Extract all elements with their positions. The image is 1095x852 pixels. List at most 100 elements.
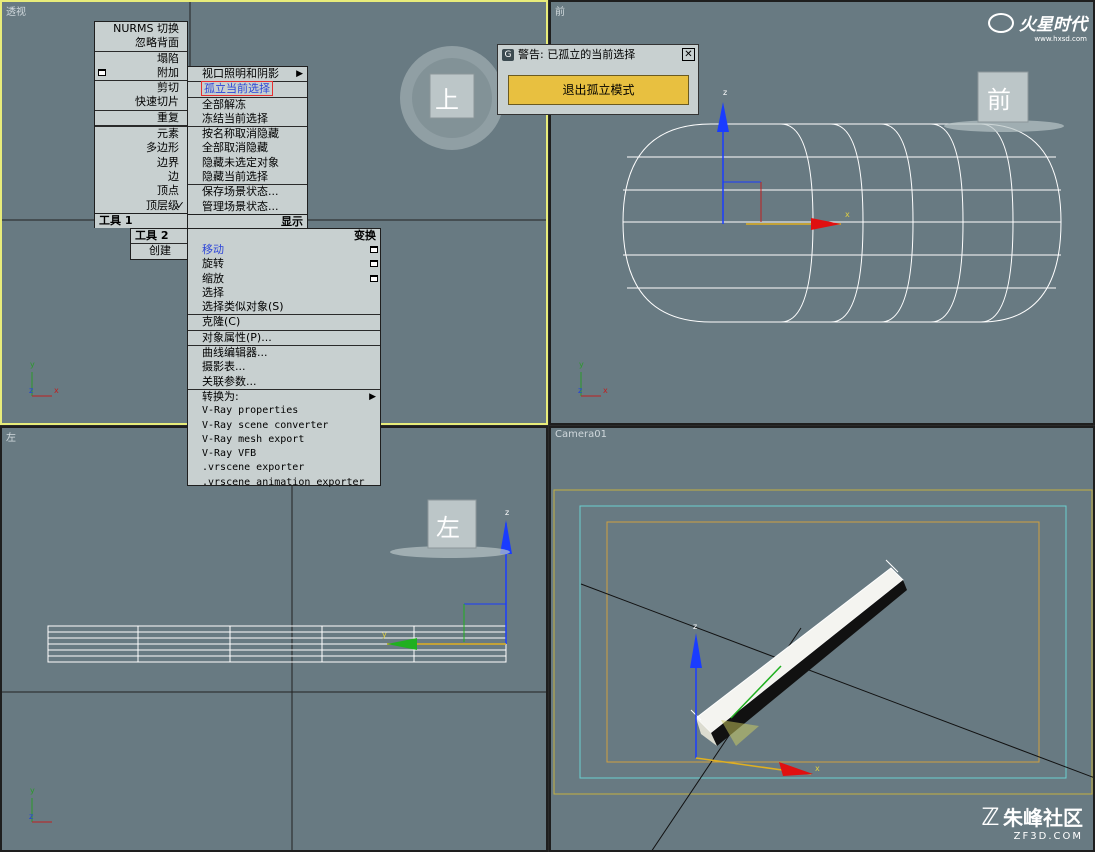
watermark-zf3d-url: ZF3D.COM [1013,831,1083,842]
menu-item-label: 视口照明和阴影 [202,67,279,80]
menu-item-label: 按名称取消隐藏 [202,127,279,141]
menu-item-element[interactable]: 元素 [95,125,187,141]
settings-box-icon[interactable] [370,274,378,282]
menu-item-label: 全部取消隐藏 [202,141,268,155]
menu-item-label: V-Ray scene converter [202,419,329,431]
menu-item-label: .vrscene exporter [202,462,305,474]
viewcube-left-label[interactable]: 左 [436,508,460,543]
axis-label-y: y [579,360,584,369]
menu-item-label: 保存场景状态... [202,185,279,199]
menu-item-select-similar[interactable]: 选择类似对象(S) [188,300,380,314]
menu-item-vray-properties[interactable]: V-Ray properties [188,404,380,418]
menu-item-label: 曲线编辑器... [202,346,268,360]
menu-item-label: 移动 [202,243,224,256]
menu-item-move[interactable]: 移动 [188,243,380,257]
quad-menu-tools1: NURMS 切换 忽略背面 塌陷 附加 剪切 快速切片 重复 元素 多边形 边界… [94,21,188,228]
menu-item-isolate-selection[interactable]: 孤立当前选择 [188,81,307,97]
menu-item-curve-editor[interactable]: 曲线编辑器... [188,345,380,360]
quad-menu-transform: 变换 移动 旋转 缩放 选择 选择类似对象(S) 克隆(C) 对象属性(P)..… [187,228,381,488]
menu-item-polygon[interactable]: 多边形 [95,141,187,155]
watermark-hxsd-url: www.hxsd.com [1034,35,1087,43]
axis-label-y: y [30,360,35,369]
menu-item-label: 关联参数... [202,374,257,388]
menu-item-border[interactable]: 边界 [95,156,187,170]
watermark-hxsd-text: 火星时代 [1019,15,1087,35]
watermark-zf3d-text: 朱峰社区 [1003,806,1083,830]
submenu-arrow-icon: ▶ [369,391,376,402]
menu-item-repeat[interactable]: 重复 [95,109,187,125]
menu-item-label: 忽略背面 [135,36,179,50]
viewport-camera[interactable]: Camera01 z x ℤ 朱峰社区 ZF3D.COM [549,426,1095,852]
menu-item-dope-sheet[interactable]: 摄影表... [188,360,380,374]
menu-item-vrscene-exporter[interactable]: .vrscene exporter [188,461,380,475]
gizmo-z-label: z [693,622,698,631]
menu-item-cut[interactable]: 剪切 [95,80,187,95]
gizmo-z-label: z [505,508,510,517]
menu-item-label: 多边形 [146,141,179,155]
menu-item-label: 快速切片 [135,95,179,109]
menu-item-label: 隐藏未选定对象 [202,155,279,169]
menu-item-vray-vfb[interactable]: V-Ray VFB [188,447,380,461]
menu-item-hide-selection[interactable]: 隐藏当前选择 [188,170,307,184]
gizmo-z-label: z [723,88,728,97]
menu-item-save-scene-state[interactable]: 保存场景状态... [188,184,307,199]
menu-item-label: 顶点 [157,184,179,198]
menu-item-label: 重复 [157,110,179,124]
menu-item-unfreeze-all[interactable]: 全部解冻 [188,96,307,112]
menu-item-hide-unselected[interactable]: 隐藏未选定对象 [188,156,307,170]
menu-item-attach[interactable]: 附加 [95,66,187,80]
gizmo-x-label: x [845,210,850,219]
quad-title-display: 显示 [188,213,307,229]
gizmo-y-label: y [382,630,387,639]
quad-menu-tools2: 工具 2 创建 [130,228,188,260]
menu-item-rotate[interactable]: 旋转 [188,257,380,271]
menu-item-viewport-lighting[interactable]: 视口照明和阴影 ▶ [188,67,307,81]
menu-item-vray-scene-converter[interactable]: V-Ray scene converter [188,419,380,433]
menu-item-label: 全部解冻 [202,97,246,111]
close-icon[interactable]: ✕ [682,48,695,61]
menu-item-convert-to[interactable]: 转换为: ▶ [188,388,380,404]
settings-box-icon[interactable] [370,246,378,253]
menu-item-object-properties[interactable]: 对象属性(P)... [188,329,380,345]
menu-item-vrscene-animation-exporter[interactable]: .vrscene animation exporter [188,476,380,490]
menu-item-vertex[interactable]: 顶点 [95,184,187,198]
quad-menu-display: 视口照明和阴影 ▶ 孤立当前选择 全部解冻 冻结当前选择 按名称取消隐藏 全部取消… [187,66,308,229]
menu-item-create[interactable]: 创建 [131,243,187,258]
viewcube-front-label[interactable]: 前 [987,80,1011,115]
menu-item-manage-scene-states[interactable]: 管理场景状态... [188,200,307,214]
menu-item-vray-mesh-export[interactable]: V-Ray mesh export [188,433,380,447]
menu-item-label: 顶层级 [146,198,179,212]
menu-item-label: 克隆(C) [202,315,241,329]
settings-box-icon[interactable] [98,68,106,76]
exit-isolation-button[interactable]: 退出孤立模式 [508,75,689,105]
menu-item-wire-parameters[interactable]: 关联参数... [188,375,380,389]
menu-item-top-level[interactable]: 顶层级 ✓ [95,199,187,213]
menu-item-label: V-Ray VFB [202,448,257,460]
menu-item-label: 隐藏当前选择 [202,170,268,184]
menu-item-clone[interactable]: 克隆(C) [188,314,380,329]
left-scene [2,428,546,850]
menu-item-unhide-by-name[interactable]: 按名称取消隐藏 [188,126,307,141]
menu-item-collapse[interactable]: 塌陷 [95,50,187,66]
menu-item-scale[interactable]: 缩放 [188,272,380,286]
menu-item-unhide-all[interactable]: 全部取消隐藏 [188,141,307,155]
quad-title-transform: 变换 [188,229,380,243]
menu-item-label: 缩放 [202,271,224,285]
menu-item-freeze-selection[interactable]: 冻结当前选择 [188,112,307,126]
menu-item-edge[interactable]: 边 [95,170,187,184]
watermark-zf3d-logo-icon: ℤ [981,802,1000,831]
menu-item-ignore-backfacing[interactable]: 忽略背面 [95,36,187,50]
menu-item-label: 选择 [202,285,224,299]
axis-label-x: x [603,386,608,395]
settings-box-icon[interactable] [370,260,378,268]
menu-item-select[interactable]: 选择 [188,286,380,300]
menu-item-label: 转换为: [202,389,239,403]
dialog-title: 警告: 已孤立的当前选择 [518,48,636,61]
menu-item-quickslice[interactable]: 快速切片 [95,95,187,109]
menu-item-nurms-toggle[interactable]: NURMS 切换 [95,22,187,36]
dialog-titlebar[interactable]: G 警告: 已孤立的当前选择 ✕ [498,45,698,65]
viewcube-top-label[interactable]: 上 [435,80,459,115]
camera-scene [553,489,1093,850]
menu-item-label: .vrscene animation exporter [202,476,365,488]
watermark-zf3d: ℤ 朱峰社区 ZF3D.COM [981,802,1083,843]
